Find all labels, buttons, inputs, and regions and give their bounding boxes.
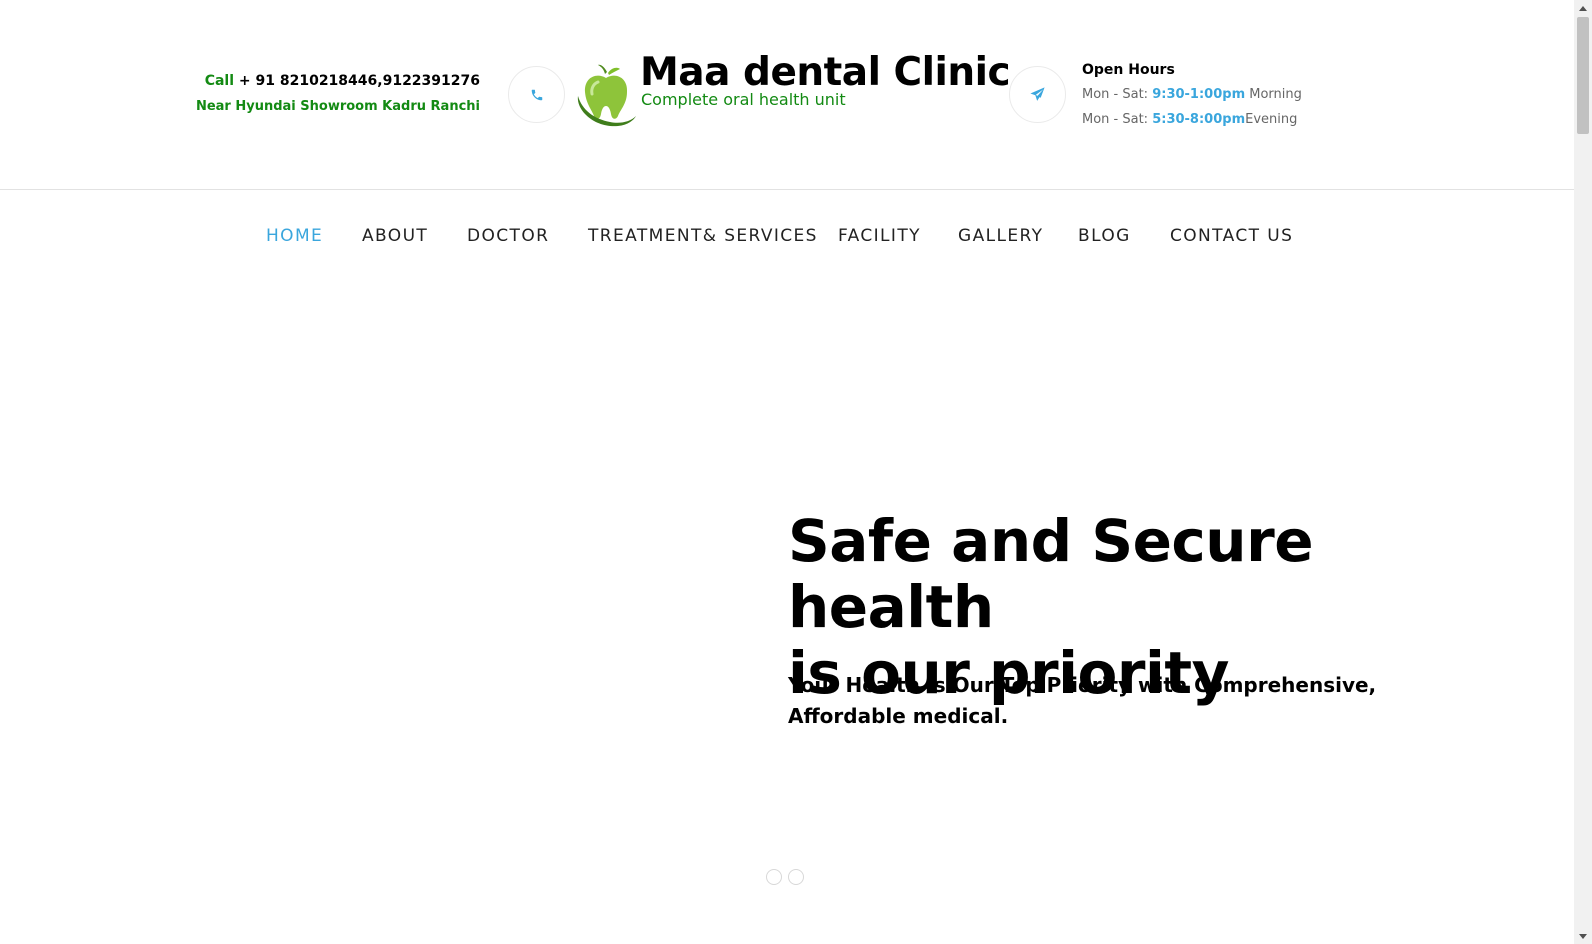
hours-time: 5:30-8:00pm [1152,112,1246,127]
scrollbar-thumb[interactable] [1577,17,1589,134]
logo-title: Maa dental Clinic [640,50,1011,95]
open-hours-title: Open Hours [1082,62,1175,78]
call-line: Call + 91 8210218446,9122391276 [160,70,480,92]
nav-home[interactable]: HOME [266,226,323,246]
slider-dot-1[interactable] [766,869,782,885]
contact-info: Call + 91 8210218446,9122391276 Near Hyu… [160,70,480,118]
clinic-logo[interactable]: Maa dental Clinic Complete oral health u… [574,50,1011,135]
slider-dot-2[interactable] [788,869,804,885]
hours-period: Evening [1245,112,1298,127]
scrollbar[interactable] [1574,0,1592,944]
hours-days: Mon - Sat: [1082,87,1153,102]
phone-button[interactable] [508,66,565,123]
logo-subtitle: Complete oral health unit [641,90,846,109]
nav-about[interactable]: ABOUT [362,226,428,246]
phone-numbers[interactable]: + 91 8210218446,9122391276 [239,73,480,89]
nav-treatment-services[interactable]: TREATMENT& SERVICES [588,226,818,246]
page: Call + 91 8210218446,9122391276 Near Hyu… [0,0,1574,944]
scroll-up-arrow-icon[interactable] [1574,0,1592,16]
main-nav: HOME ABOUT DOCTOR TREATMENT& SERVICES FA… [0,226,1574,256]
phone-icon [531,89,542,100]
tooth-apple-icon [577,64,636,127]
scroll-down-arrow-icon[interactable] [1574,928,1592,944]
clinic-address: Near Hyundai Showroom Kadru Ranchi [195,99,480,114]
open-hours: Open Hours Mon - Sat: 9:30-1:00pm Mornin… [1082,58,1302,132]
hours-row-evening: Mon - Sat: 5:30-8:00pmEvening [1082,107,1302,132]
call-label: Call [204,73,235,89]
hero-title-line-1: Safe and Secure health [788,507,1314,641]
hero-subtitle: Your Health is Our Top Priority with Com… [788,673,1377,728]
slider-pagination [766,869,804,887]
hours-days: Mon - Sat: [1082,112,1153,127]
hours-period: Morning [1245,87,1302,102]
hours-row-morning: Mon - Sat: 9:30-1:00pm Morning [1082,82,1302,107]
top-header: Call + 91 8210218446,9122391276 Near Hyu… [0,0,1574,190]
nav-doctor[interactable]: DOCTOR [467,226,549,246]
send-button[interactable] [1009,66,1066,123]
nav-gallery[interactable]: GALLERY [958,226,1043,246]
nav-contact-us[interactable]: CONTACT US [1170,226,1293,246]
nav-facility[interactable]: FACILITY [838,226,921,246]
nav-blog[interactable]: BLOG [1078,226,1131,246]
paper-plane-icon [1030,87,1045,101]
hours-time: 9:30-1:00pm [1152,87,1246,102]
